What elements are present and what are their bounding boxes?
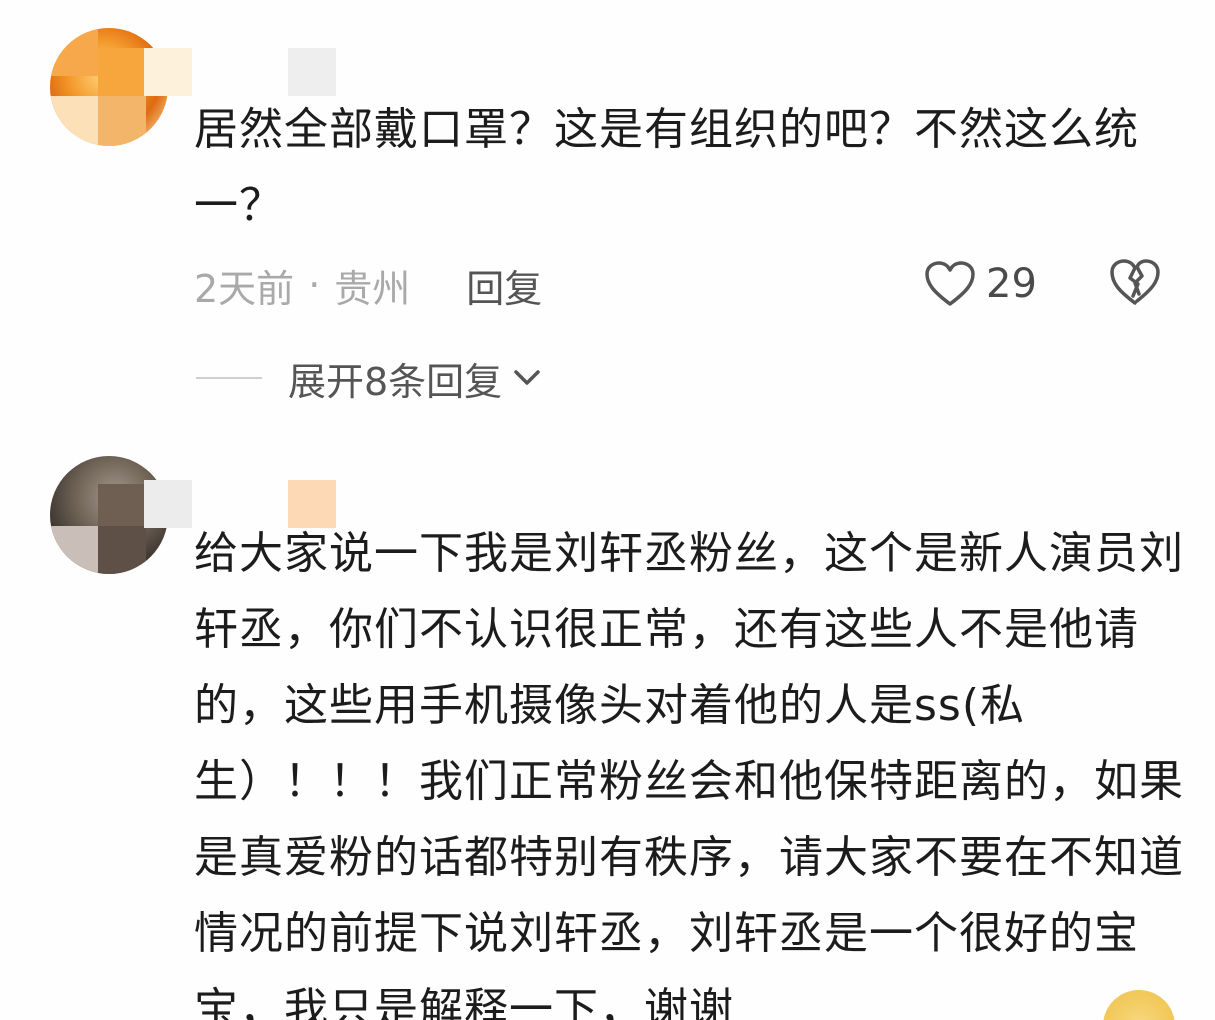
- like-count: 29: [986, 261, 1037, 307]
- reply-button[interactable]: 回复: [466, 258, 542, 313]
- dislike-button[interactable]: [1108, 256, 1162, 312]
- comment-time: 2天前: [194, 266, 295, 311]
- divider-line: [196, 377, 262, 379]
- chevron-down-icon: [514, 370, 540, 385]
- comment-meta: 2天前 · 贵州 回复: [194, 258, 542, 312]
- comment-text: 居然全部戴口罩？这是有组织的吧？不然这么统一？: [194, 104, 1139, 231]
- comment-text: 给大家说一下我是刘轩丞粉丝，这个是新人演员刘轩丞，你们不认识很正常，还有这些人不…: [194, 528, 1184, 1020]
- broken-heart-icon: [1110, 259, 1160, 305]
- like-button[interactable]: 29: [924, 256, 1037, 312]
- expand-replies-label: 展开8条回复: [288, 359, 503, 404]
- username-mosaic[interactable]: [144, 48, 336, 96]
- comment-location: 贵州: [334, 266, 411, 311]
- heart-outline-icon: [925, 261, 975, 306]
- comment-list: 居然全部戴口罩？这是有组织的吧？不然这么统一？ 2天前 · 贵州 回复 29 展…: [0, 0, 1215, 1020]
- expand-replies-button[interactable]: 展开8条回复: [196, 350, 544, 406]
- meta-separator: ·: [308, 263, 321, 307]
